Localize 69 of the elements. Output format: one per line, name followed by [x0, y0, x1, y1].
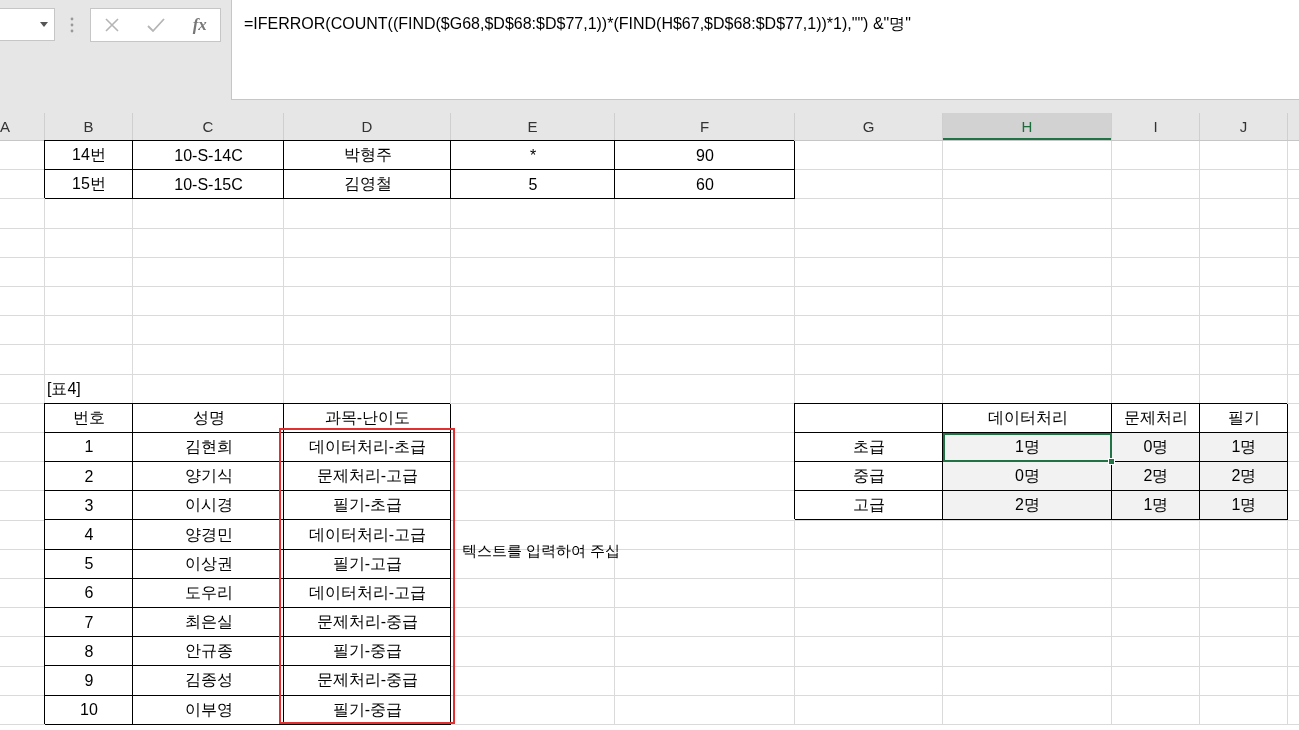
table-cell: 필기-초급 — [284, 491, 451, 521]
table-cell: 2명 — [1200, 462, 1288, 492]
table-cell: 10 — [45, 695, 133, 725]
table-cell: 도우리 — [133, 578, 284, 608]
insert-function-button[interactable]: fx — [192, 15, 207, 35]
column-header[interactable]: I — [1112, 113, 1200, 140]
table-cell: * — [451, 141, 615, 171]
table-cell: 3 — [45, 491, 133, 521]
name-box[interactable] — [0, 8, 55, 41]
table-cell: 양기식 — [133, 462, 284, 492]
table-cell: 5 — [45, 549, 133, 579]
table-caption: [표4] — [46, 378, 82, 399]
table-cell: 7 — [45, 608, 133, 638]
table-cell: 15번 — [45, 170, 133, 200]
table-cell: 0명 — [1112, 432, 1200, 463]
table-cell: 1명 — [1200, 432, 1288, 463]
drag-handle-icon[interactable] — [70, 17, 74, 33]
cancel-icon[interactable] — [104, 17, 121, 33]
table-cell: 안규종 — [133, 637, 284, 667]
table-cell: 1명 — [1200, 491, 1288, 521]
column-header: 성명 — [133, 403, 284, 433]
table-cell: 10-S-15C — [133, 170, 284, 200]
column-header: 데이터처리 — [943, 403, 1112, 433]
formula-field[interactable]: =IFERROR(COUNT((FIND($G68,$D$68:$D$77,1))*(FIND(H$67,$D$68:$D$77,1))*1),"") &"명" — [231, 0, 1299, 100]
column-header: 필기 — [1200, 403, 1288, 433]
column-header[interactable]: J — [1200, 113, 1288, 140]
table-cell: 이시경 — [133, 491, 284, 521]
table-cell: 1 — [45, 432, 133, 463]
row-header: 고급 — [795, 491, 943, 521]
table-cell: 필기-중급 — [284, 695, 451, 725]
column-header: 과목-난이도 — [284, 403, 451, 433]
caret-icon — [40, 22, 48, 27]
table-cell: 필기-중급 — [284, 637, 451, 667]
row-header: 초급 — [795, 432, 943, 463]
table-cell: 2 — [45, 462, 133, 492]
table-cell: 2명 — [943, 491, 1112, 521]
check-icon[interactable] — [146, 17, 167, 33]
table-cell: 필기-고급 — [284, 549, 451, 579]
table-cell: 90 — [615, 141, 795, 171]
table-cell: 김종성 — [133, 666, 284, 696]
table-cell: 데이터처리-고급 — [284, 578, 451, 608]
table-cell: 1명 — [1112, 491, 1200, 521]
table-cell: 양경민 — [133, 520, 284, 550]
table-cell: 이상권 — [133, 549, 284, 579]
table-cell: 9 — [45, 666, 133, 696]
table-cell: 6 — [45, 578, 133, 608]
table-cell: 김영철 — [284, 170, 451, 200]
column-header: 번호 — [45, 403, 133, 433]
table-cell: 4 — [45, 520, 133, 550]
table-cell: 0명 — [943, 462, 1112, 492]
table-cell: 14번 — [45, 141, 133, 171]
table-cell: 문제처리-중급 — [284, 608, 451, 638]
text-box[interactable]: 텍스트를 입력하여 주십 — [462, 542, 621, 561]
table-cell: 문제처리-중급 — [284, 666, 451, 696]
table-cell: 문제처리-고급 — [284, 462, 451, 492]
table-cell: 5 — [451, 170, 615, 200]
table-cell: 박형주 — [284, 141, 451, 171]
table-cell: 60 — [615, 170, 795, 200]
table-cell: 데이터처리-고급 — [284, 520, 451, 550]
table-cell: 데이터처리-초급 — [284, 432, 451, 463]
column-header[interactable]: H — [943, 113, 1112, 140]
table-cell: 8 — [45, 637, 133, 667]
table-cell: 김현희 — [133, 432, 284, 463]
table-cell: 2명 — [1112, 462, 1200, 492]
table-cell: 10-S-14C — [133, 141, 284, 171]
column-header[interactable]: A — [0, 113, 45, 140]
table-cell: 이부영 — [133, 695, 284, 725]
table-cell: 1명 — [943, 432, 1112, 463]
table-cell: 최은실 — [133, 608, 284, 638]
